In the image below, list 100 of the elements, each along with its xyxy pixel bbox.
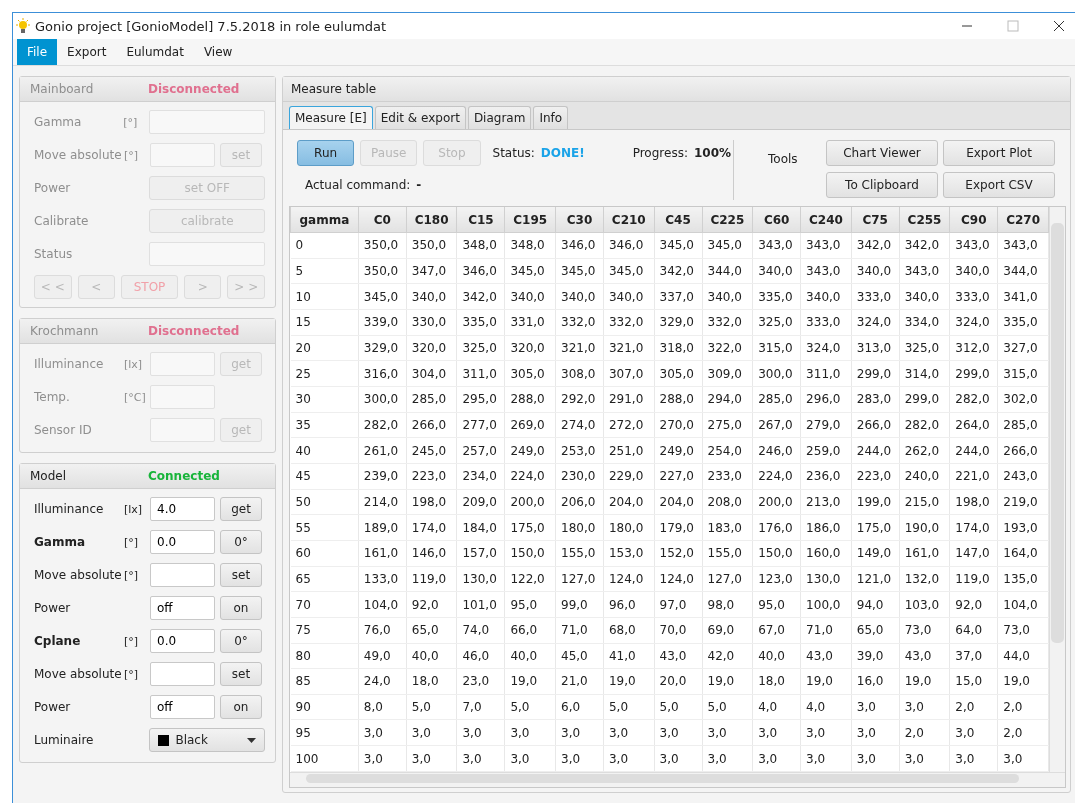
control-button[interactable]: Run — [297, 140, 355, 166]
column-header[interactable]: C75 — [851, 207, 900, 233]
table-cell: 208,0 — [702, 489, 753, 515]
table-cell: 3,0 — [456, 745, 505, 772]
vertical-scrollbar[interactable] — [1049, 207, 1065, 772]
action-button[interactable]: set — [220, 662, 262, 686]
luminaire-dropdown[interactable]: Black — [149, 728, 265, 752]
input-field[interactable] — [150, 662, 215, 686]
column-header[interactable]: C45 — [654, 207, 703, 233]
table-cell: 155,0 — [702, 540, 753, 567]
table-cell: 348,0 — [504, 232, 556, 259]
column-header[interactable]: C240 — [800, 207, 852, 233]
table-cell: 160,0 — [800, 540, 852, 567]
table-cell: 345,0 — [702, 232, 753, 259]
menu-item[interactable]: Export — [57, 39, 117, 65]
action-button[interactable]: 0° — [220, 530, 262, 554]
table-cell: 23,0 — [456, 668, 505, 695]
table-cell: 19,0 — [603, 668, 655, 695]
table-cell: 285,0 — [406, 386, 457, 413]
column-header[interactable]: C225 — [702, 207, 753, 233]
table-cell: 65,0 — [406, 617, 457, 643]
table-cell: 3,0 — [851, 719, 900, 746]
action-button[interactable]: on — [220, 596, 262, 620]
input-field[interactable]: off — [150, 695, 215, 719]
connection-status: Connected — [148, 469, 220, 483]
input-field[interactable] — [150, 563, 215, 587]
table-cell: 249,0 — [654, 437, 703, 464]
table-cell: 302,0 — [997, 386, 1049, 413]
table-cell: 3,0 — [358, 745, 407, 772]
table-cell: 345,0 — [555, 258, 604, 284]
table-cell: 3,0 — [504, 719, 556, 746]
action-button[interactable]: set — [220, 563, 262, 587]
field-label: Cplane — [34, 634, 82, 648]
table-cell: 314,0 — [899, 360, 950, 387]
table-cell: 350,0 — [358, 258, 407, 284]
column-header[interactable]: C90 — [949, 207, 998, 233]
table-cell: 311,0 — [456, 360, 505, 387]
table-cell: 146,0 — [406, 540, 457, 567]
column-header[interactable]: C210 — [603, 207, 655, 233]
table-cell: 313,0 — [851, 335, 900, 361]
table-cell: 230,0 — [555, 463, 604, 490]
tool-button[interactable]: Export CSV — [943, 172, 1055, 198]
action-button[interactable]: 0° — [220, 629, 262, 653]
menu-item[interactable]: View — [193, 39, 243, 65]
table-cell: 219,0 — [997, 489, 1049, 515]
progress-label: Progress: — [632, 146, 688, 160]
column-header[interactable]: C255 — [899, 207, 950, 233]
table-cell: 180,0 — [603, 514, 655, 541]
table-cell: 39,0 — [851, 643, 900, 669]
table-cell: 234,0 — [456, 463, 505, 490]
tab[interactable]: Diagram — [467, 106, 532, 129]
table-cell: 5,0 — [504, 694, 556, 720]
table-cell: 285,0 — [752, 386, 801, 413]
field-label: Illuminance — [34, 357, 105, 371]
column-header[interactable]: C195 — [504, 207, 556, 233]
menu-item[interactable]: Eulumdat — [116, 39, 194, 65]
table-cell: 123,0 — [752, 566, 801, 592]
table-cell: 340,0 — [800, 283, 852, 310]
table-cell: 121,0 — [851, 566, 900, 592]
column-header[interactable]: gamma — [290, 207, 359, 233]
column-header[interactable]: C30 — [555, 207, 604, 233]
table-cell: 2,0 — [949, 694, 998, 720]
field-label: Status — [34, 247, 74, 261]
input-field[interactable]: 0.0 — [150, 530, 215, 554]
table-cell: 21,0 — [555, 668, 604, 695]
table-cell: 3,0 — [358, 719, 407, 746]
maximize-icon[interactable] — [1007, 20, 1019, 32]
action-button[interactable]: get — [220, 497, 262, 521]
table-cell: 345,0 — [504, 258, 556, 284]
table-cell: 19,0 — [997, 668, 1049, 695]
table-cell: 19,0 — [899, 668, 950, 695]
input-field[interactable]: 0.0 — [150, 629, 215, 653]
tool-button[interactable]: Chart Viewer — [826, 140, 938, 166]
column-header[interactable]: C15 — [456, 207, 505, 233]
tab[interactable]: Measure [E] — [289, 106, 373, 129]
table-cell: 103,0 — [899, 591, 950, 618]
table-cell: 343,0 — [997, 232, 1049, 259]
column-header[interactable]: C180 — [406, 207, 457, 233]
column-header[interactable]: C270 — [997, 207, 1049, 233]
table-cell: 200,0 — [504, 489, 556, 515]
table-cell: 245,0 — [406, 437, 457, 464]
table-cell: 174,0 — [949, 514, 998, 541]
tool-button[interactable]: Export Plot — [943, 140, 1055, 166]
column-header[interactable]: C0 — [358, 207, 407, 233]
table-cell: 344,0 — [997, 258, 1049, 284]
close-icon[interactable] — [1053, 20, 1065, 32]
tool-button[interactable]: To Clipboard — [826, 172, 938, 198]
table-cell: 65 — [290, 566, 359, 592]
input-field[interactable]: off — [150, 596, 215, 620]
tab[interactable]: Edit & export — [374, 106, 466, 129]
window-title: Gonio project [GonioModel] 7.5.2018 in role eulumdat — [35, 18, 388, 34]
tab[interactable]: Info — [533, 106, 569, 129]
action-button[interactable]: on — [220, 695, 262, 719]
table-cell: 340,0 — [949, 258, 998, 284]
table-cell: 335,0 — [997, 309, 1049, 336]
table-cell: 3,0 — [800, 745, 852, 772]
horizontal-scrollbar[interactable] — [290, 772, 1065, 787]
column-header[interactable]: C60 — [752, 207, 801, 233]
input-field[interactable]: 4.0 — [150, 497, 215, 521]
table-cell: 311,0 — [800, 360, 852, 387]
